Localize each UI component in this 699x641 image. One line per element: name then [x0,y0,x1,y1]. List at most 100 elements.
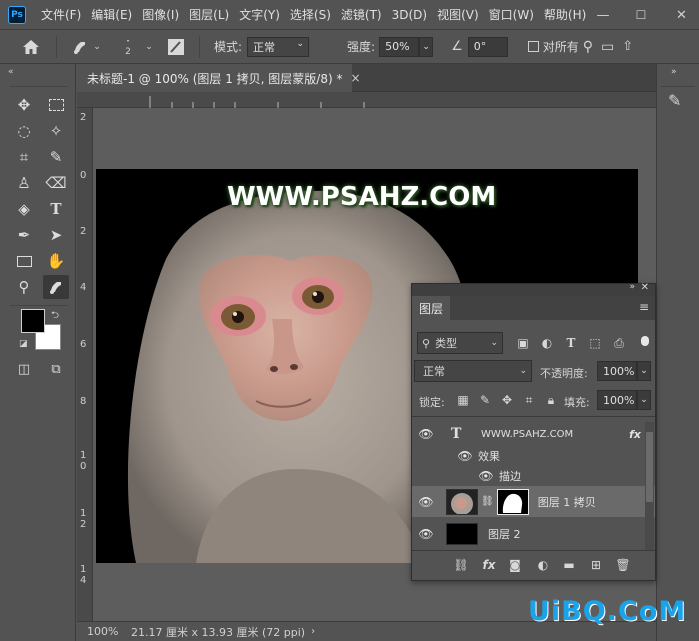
lock-position-icon[interactable]: ✥ [497,390,517,410]
visibility-eye-icon[interactable]: 👁︎ [415,495,437,509]
mask-link-icon[interactable]: ⛓ [481,496,494,507]
layer-effects-row[interactable]: 👁︎ 效果 [412,446,655,466]
document-tab[interactable]: 未标题-1 @ 100% (图层 1 拷贝, 图层蒙版/8) * × [77,64,361,92]
layer-row[interactable]: 👁︎ T WWW.PSAHZ.COM fx [412,422,655,446]
pen-tool-icon[interactable]: ✒ [11,223,37,247]
link-layers-icon[interactable]: ⛓ [451,555,471,575]
move-tool-icon[interactable]: ✥ [11,93,37,117]
delete-layer-trash-icon[interactable]: 🗑︎ [613,555,633,575]
lock-artboard-icon[interactable]: ⌗ [519,390,539,410]
fx-badge[interactable]: fx [629,428,641,441]
screen-mode-icon[interactable]: ⧉ [43,357,69,381]
stamp-tool-icon[interactable]: ♙ [11,171,37,195]
sample-all-checkbox[interactable] [527,41,539,52]
close-tab-icon[interactable]: × [350,71,360,85]
filter-adjustment-icon[interactable]: ◐ [537,333,557,353]
visibility-eye-icon[interactable]: 👁︎ [454,449,476,463]
zoom-tool-icon[interactable]: ⚲ [11,275,37,299]
strength-dropdown[interactable]: ⌄ [419,36,434,57]
visibility-eye-icon[interactable]: 👁︎ [415,527,437,541]
layer-row[interactable]: 👁︎ 图层 2 [412,517,655,550]
filter-type-icon[interactable]: T [561,333,581,353]
hand-tool-icon[interactable]: ✋ [43,249,69,273]
type-tool-icon[interactable]: T [43,197,69,221]
panel-menu-icon[interactable]: ≡ [639,300,649,314]
marquee-tool-icon[interactable] [43,93,69,117]
menu-layer[interactable]: 图层(L) [184,6,234,23]
quick-mask-icon[interactable]: ◫ [11,357,37,381]
zoom-level[interactable]: 100% [87,625,127,638]
blend-mode-select[interactable]: 正常 ⌄ [414,360,532,382]
magic-wand-tool-icon[interactable]: ✧ [43,119,69,143]
properties-panel-icon[interactable]: ✎ [668,91,681,110]
layers-tab[interactable]: 图层 [412,296,450,320]
collapse-icon[interactable]: » [671,67,677,77]
chevron-down-icon[interactable]: ⌄ [91,42,103,52]
filter-kind-select[interactable]: ⚲ 类型 ⌄ [417,332,503,354]
fill-input[interactable]: 100% [597,390,637,410]
search-icon[interactable]: ⚲ [583,39,593,55]
filter-kind-value: 类型 [435,337,458,350]
rectangle-tool-icon[interactable] [11,249,37,273]
path-select-tool-icon[interactable]: ➤ [43,223,69,247]
close-window-button[interactable]: ✕ [664,0,699,30]
mode-select[interactable]: 正常 ⌄ [247,36,310,57]
home-icon[interactable] [18,39,44,55]
layer-row-selected[interactable]: 👁︎ ⛓ 图层 1 拷贝 [412,486,655,517]
menu-image[interactable]: 图像(I) [137,6,184,23]
visibility-eye-icon[interactable]: 👁︎ [475,469,497,483]
photoshop-logo-icon[interactable]: Ps [8,5,26,24]
menu-type[interactable]: 文字(Y) [234,6,285,23]
menu-edit[interactable]: 编辑(E) [86,6,137,23]
layer-effect-item-row[interactable]: 👁︎ 描边 [412,466,655,486]
close-panel-icon[interactable]: ✕ [641,282,649,293]
adjustment-layer-icon[interactable]: ◐ [533,555,553,575]
gradient-tool-icon[interactable]: ◈ [11,197,37,221]
brush-tool-icon[interactable]: ✎ [43,145,69,169]
menu-view[interactable]: 视图(V) [432,6,484,23]
smudge-tool-icon[interactable] [43,275,69,299]
minimize-button[interactable]: — [580,0,626,30]
workspace-icon[interactable]: ▭ [601,39,614,55]
filter-smart-object-icon[interactable]: ⎙ [609,333,629,353]
eraser-tool-icon[interactable]: ⌫ [43,171,69,195]
menu-window[interactable]: 窗口(W) [484,6,539,23]
scrollbar-thumb[interactable] [646,432,653,502]
lock-image-icon[interactable]: ✎ [475,390,495,410]
opacity-input[interactable]: 100% [597,361,637,381]
fill-dropdown[interactable]: ⌄ [637,390,651,410]
filter-shape-icon[interactable]: ⬚ [585,333,605,353]
status-menu-arrow-icon[interactable]: › [311,626,315,637]
share-icon[interactable]: ⇧ [622,39,633,54]
visibility-eye-icon[interactable]: 👁︎ [415,427,437,441]
crop-tool-icon[interactable]: ⌗ [11,145,37,169]
brush-settings-icon[interactable] [165,38,187,56]
maximize-button[interactable]: ☐ [626,0,656,30]
new-group-folder-icon[interactable]: ▬ [559,555,579,575]
lock-transparent-icon[interactable]: ▦ [453,390,473,410]
chevron-down-icon[interactable]: ⌄ [143,42,155,52]
add-style-fx-icon[interactable]: fx [479,555,499,575]
lock-all-icon[interactable]: 🔒︎ [541,390,561,410]
swap-colors-icon[interactable]: ⮌ [51,308,59,325]
strength-input[interactable]: 50% [379,36,420,57]
scrollbar-track[interactable] [645,422,654,550]
angle-input[interactable]: 0° [467,36,508,57]
layer-mask-thumbnail[interactable] [496,488,529,515]
filter-pixel-icon[interactable]: ▣ [513,333,533,353]
opacity-dropdown[interactable]: ⌄ [637,361,651,381]
menu-3d[interactable]: 3D(D) [387,8,432,22]
filter-toggle[interactable] [641,336,649,346]
smudge-preset-icon[interactable] [69,39,91,55]
brush-size-picker[interactable]: • 2 [113,37,143,57]
lasso-tool-icon[interactable]: ◌ [11,119,37,143]
collapse-icon[interactable]: » [629,282,635,292]
menu-filter[interactable]: 滤镜(T) [336,6,387,23]
add-mask-icon[interactable]: ◙ [505,555,525,575]
menu-select[interactable]: 选择(S) [285,6,336,23]
default-colors-icon[interactable]: ◪ [19,339,28,349]
collapse-icon[interactable]: « [8,67,14,77]
new-layer-icon[interactable]: ⊞ [586,555,606,575]
foreground-color-swatch[interactable] [21,309,45,333]
menu-file[interactable]: 文件(F) [36,6,86,23]
